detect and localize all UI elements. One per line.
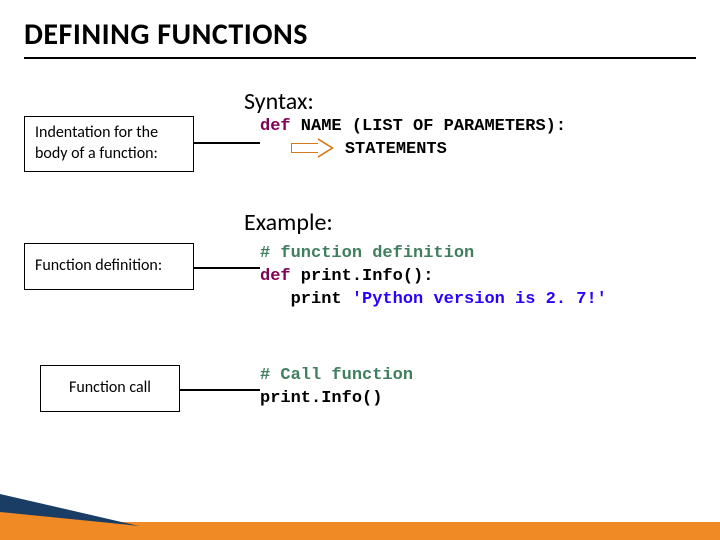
slide-title: DEFINING FUNCTIONS: [0, 0, 720, 53]
code-text: NAME (LIST OF PARAMETERS):: [291, 117, 566, 136]
example-def-block: Function definition: # function definiti…: [0, 243, 720, 343]
syntax-code: def NAME (LIST OF PARAMETERS): STATEMENT…: [260, 116, 720, 162]
code-text: STATEMENTS: [345, 140, 447, 159]
syntax-block: Indentation for the body of a function: …: [0, 116, 720, 186]
keyword-def: def: [260, 117, 291, 136]
keyword-def: def: [260, 267, 291, 286]
code-text: print: [260, 290, 352, 309]
callout-call: Function call: [40, 365, 180, 412]
connector-line: [194, 142, 260, 144]
title-underline: [24, 57, 696, 59]
callout-indentation: Indentation for the body of a function:: [24, 116, 194, 172]
code-comment: # Call function: [260, 366, 413, 385]
footer-triangle-orange: [0, 512, 280, 540]
example-heading: Example:: [244, 208, 720, 237]
callout-definition: Function definition:: [24, 243, 194, 290]
connector-line: [180, 389, 260, 391]
indentation-arrow-icon: [291, 140, 335, 156]
code-text: print.Info(): [260, 389, 382, 408]
example-call-block: Function call # Call function print.Info…: [0, 365, 720, 445]
connector-line: [194, 267, 260, 269]
example-def-code: # function definition def print.Info(): …: [260, 243, 720, 312]
code-comment: # function definition: [260, 244, 474, 263]
syntax-heading: Syntax:: [244, 87, 720, 116]
example-call-code: # Call function print.Info(): [260, 365, 720, 411]
code-string: 'Python version is 2. 7!': [352, 290, 607, 309]
code-text: print.Info():: [291, 267, 434, 286]
